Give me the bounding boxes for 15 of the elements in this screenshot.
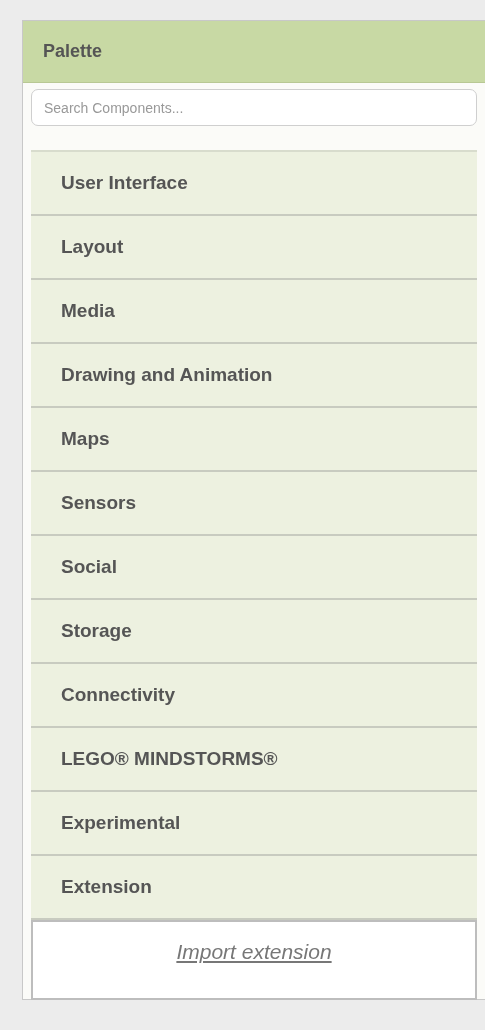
- category-item[interactable]: Storage: [31, 600, 477, 664]
- category-item[interactable]: User Interface: [31, 152, 477, 216]
- import-extension-link[interactable]: Import extension: [176, 940, 332, 964]
- category-item[interactable]: Connectivity: [31, 664, 477, 728]
- palette-header: Palette: [23, 21, 485, 83]
- category-item[interactable]: Layout: [31, 216, 477, 280]
- category-item[interactable]: Maps: [31, 408, 477, 472]
- category-item[interactable]: LEGO® MINDSTORMS®: [31, 728, 477, 792]
- category-item[interactable]: Sensors: [31, 472, 477, 536]
- search-field[interactable]: Search Components...: [31, 89, 477, 126]
- category-item[interactable]: Experimental: [31, 792, 477, 856]
- category-item[interactable]: Media: [31, 280, 477, 344]
- category-item[interactable]: Drawing and Animation: [31, 344, 477, 408]
- category-item[interactable]: Social: [31, 536, 477, 600]
- category-item[interactable]: Extension: [31, 856, 477, 920]
